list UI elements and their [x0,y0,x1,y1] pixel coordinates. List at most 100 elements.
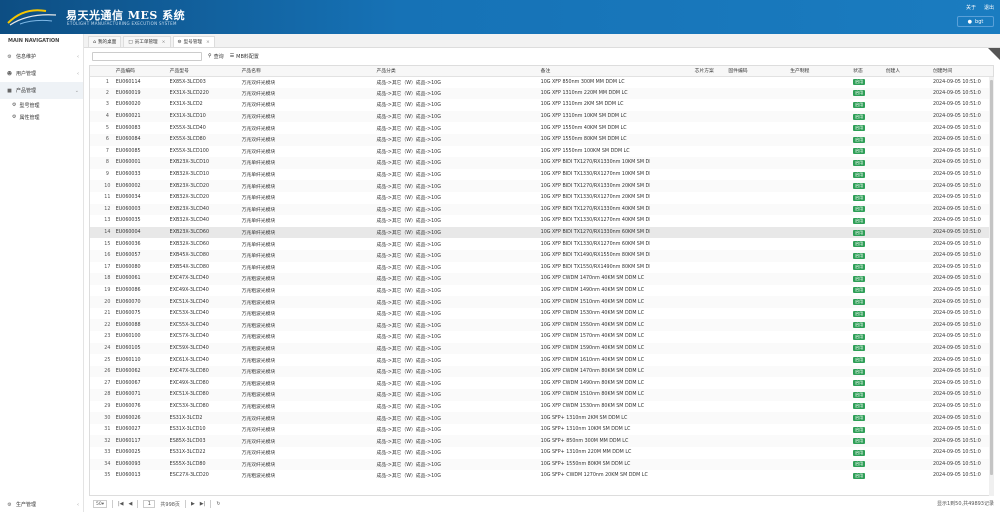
col-header[interactable]: 产品分类 [375,66,540,77]
row-checkbox[interactable] [90,296,99,308]
row-checkbox[interactable] [90,262,99,274]
row-checkbox[interactable] [90,180,99,192]
logout-link[interactable]: 退出 [984,4,994,11]
table-row[interactable]: 22 EU060088 EXC55X-3LCD40 万兆粗波光模块 成品->其它（W）成… [90,319,993,332]
query-button[interactable]: ⚲ 查询 [208,53,224,60]
row-checkbox[interactable] [90,76,99,88]
table-row[interactable]: 24 EU060105 EXC59X-3LCD40 万兆粗波光模块 成品->其它（W）成… [90,342,993,355]
table-row[interactable]: 16 EU060057 EXB45X-3LCD80 万兆单纤光模块 成品->其它（W）成… [90,249,993,262]
row-checkbox[interactable] [90,342,99,355]
col-header[interactable]: 芯片方案 [693,66,728,77]
table-row[interactable]: 15 EU060036 EXB32X-3LCD60 万兆单纤光模块 成品->其它（W）成… [90,238,993,250]
row-checkbox[interactable] [90,354,99,366]
table-row[interactable]: 11 EU060034 EXB32X-3LCD20 万兆单纤光模块 成品->其它（W）成… [90,192,993,204]
row-checkbox[interactable] [90,226,99,239]
row-checkbox[interactable] [90,458,99,471]
row-checkbox[interactable] [90,331,99,343]
table-row[interactable]: 7 EU060085 EX55X-3LCD100 万兆双纤光模块 成品->其它（W）成品… [90,146,993,158]
row-checkbox[interactable] [90,377,99,389]
user-button[interactable]: ● bgt [957,16,994,27]
row-checkbox[interactable] [90,87,99,100]
page-number-input[interactable]: 1 [143,500,156,508]
sidebar-item-users[interactable]: ☻ 用户管理 ‹ [0,65,83,82]
next-page-icon[interactable]: ▶ [191,501,195,507]
table-row[interactable]: 1 EU060114 EX85X-3LCD03 万兆双纤光模块 成品->其它（W）成品-… [90,76,993,88]
row-checkbox[interactable] [90,169,99,181]
table-row[interactable]: 17 EU060080 EXB54X-3LCD80 万兆单纤光模块 成品->其它（W）成… [90,262,993,274]
row-checkbox[interactable] [90,319,99,332]
table-row[interactable]: 30 EU060026 ES31X-3LCD2 万兆双纤光模块 成品->其它（W）成品-… [90,412,993,424]
row-checkbox[interactable] [90,99,99,111]
row-checkbox[interactable] [90,110,99,123]
row-checkbox[interactable] [90,470,99,482]
sidebar-item-production[interactable]: ⚙ 生产管理 ‹ [0,496,83,513]
table-row[interactable]: 31 EU060027 ES31X-3LCD10 万兆双纤光模块 成品->其它（W）成品… [90,424,993,436]
col-header[interactable]: 产品型号 [168,66,241,77]
table-row[interactable]: 23 EU060100 EXC57X-3LCD40 万兆粗波光模块 成品->其它（W）成… [90,331,993,343]
prev-page-icon[interactable]: ◀ [129,501,133,507]
row-checkbox[interactable] [90,424,99,436]
table-row[interactable]: 32 EU060117 ES85X-3LCD03 万兆双纤光模块 成品->其它（W）成品… [90,435,993,447]
row-checkbox[interactable] [90,308,99,320]
table-row[interactable]: 4 EU060021 EX31X-3LCD10 万兆双纤光模块 成品->其它（W）成品-… [90,110,993,123]
first-page-icon[interactable]: |◀ [118,501,124,507]
table-row[interactable]: 34 EU060093 ES55X-3LCD80 万兆双纤光模块 成品->其它（W）成品… [90,458,993,471]
row-checkbox[interactable] [90,146,99,158]
row-checkbox[interactable] [90,192,99,204]
tab-models[interactable]: ⚙ 型号管理 × [172,36,215,47]
col-header[interactable]: 生产制程 [789,66,853,77]
table-row[interactable]: 8 EU060001 EXB23X-3LCD10 万兆单纤光模块 成品->其它（W）成品… [90,157,993,169]
table-row[interactable]: 13 EU060035 EXB32X-3LCD40 万兆单纤光模块 成品->其它（W）成… [90,215,993,227]
table-row[interactable]: 18 EU060061 EXC47X-3LCD40 万兆粗波光模块 成品->其它（W）成… [90,273,993,285]
row-checkbox[interactable] [90,203,99,216]
table-row[interactable]: 14 EU060004 EXB23X-3LCD60 万兆单纤光模块 成品->其它（W）成… [90,226,993,239]
last-page-icon[interactable]: ▶| [200,501,206,507]
table-row[interactable]: 29 EU060076 EXC53X-3LCD80 万兆粗波光模块 成品->其它（W）成… [90,401,993,413]
table-row[interactable]: 28 EU060071 EXC51X-3LCD80 万兆粗波光模块 成品->其它（W）成… [90,389,993,401]
table-row[interactable]: 10 EU060002 EXB23X-3LCD20 万兆单纤光模块 成品->其它（W）成… [90,180,993,192]
row-checkbox[interactable] [90,412,99,424]
row-checkbox[interactable] [90,447,99,459]
row-checkbox[interactable] [90,215,99,227]
col-header[interactable]: 产品编码 [114,66,169,77]
table-row[interactable]: 3 EU060020 EX31X-3LCD2 万兆双纤光模块 成品->其它（W）成品->… [90,99,993,111]
table-row[interactable]: 25 EU060110 EXC61X-3LCD40 万兆粗波光模块 成品->其它（W）成… [90,354,993,366]
table-row[interactable]: 27 EU060067 EXC49X-3LCD80 万兆粗波光模块 成品->其它（W）成… [90,377,993,389]
table-row[interactable]: 33 EU060025 ES31X-3LCD22 万兆双纤光模块 成品->其它（W）成品… [90,447,993,459]
row-checkbox[interactable] [90,285,99,297]
col-header[interactable]: 备注 [539,66,650,77]
col-header[interactable]: 创建人 [884,66,932,77]
row-checkbox[interactable] [90,133,99,146]
tab-work-orders[interactable]: □ 员工单管理 × [123,36,171,47]
table-row[interactable]: 2 EU060019 EX31X-3LCD220 万兆双纤光模块 成品->其它（W）成品… [90,87,993,100]
sidebar-subitem-attributes[interactable]: ⚙ 属性管理 [0,111,83,123]
row-checkbox[interactable] [90,122,99,134]
corner-toggle-icon[interactable] [988,48,1000,60]
table-row[interactable]: 5 EU060083 EX55X-3LCD40 万兆双纤光模块 成品->其它（W）成品-… [90,122,993,134]
sidebar-item-products[interactable]: ■ 产品管理 ⌄ [0,82,83,99]
refresh-icon[interactable]: ↻ [216,501,220,507]
table-row[interactable]: 12 EU060003 EXB23X-3LCD40 万兆单纤光模块 成品->其它（W）成… [90,203,993,216]
col-header[interactable]: 产品名称 [240,66,376,77]
sidebar-subitem-models[interactable]: ⚙ 型号管理 [0,99,83,111]
close-icon[interactable]: × [162,40,166,45]
row-checkbox[interactable] [90,365,99,378]
table-row[interactable]: 6 EU060084 EX55X-3LCD80 万兆双纤光模块 成品->其它（W）成品-… [90,133,993,146]
col-header[interactable]: 状态 [852,66,885,77]
row-checkbox[interactable] [90,238,99,250]
tab-desktop[interactable]: ⌂ 我的桌面 [88,36,122,47]
close-icon[interactable]: × [206,40,210,45]
page-size-select[interactable]: 50 ▾ [93,500,107,508]
row-checkbox[interactable] [90,401,99,413]
table-row[interactable]: 9 EU060033 EXB32X-3LCD10 万兆单纤光模块 成品->其它（W）成品… [90,169,993,181]
table-row[interactable]: 21 EU060075 EXC53X-3LCD40 万兆粗波光模块 成品->其它（W）成… [90,308,993,320]
col-header[interactable]: 创建时间 [931,66,993,77]
search-input[interactable] [92,51,202,61]
table-row[interactable]: 26 EU060062 EXC47X-3LCD80 万兆粗波光模块 成品->其它（W）成… [90,365,993,378]
config-button[interactable]: ☰ MB料配置 [230,53,259,60]
sidebar-item-info[interactable]: ⚙ 信息维护 ‹ [0,48,83,65]
table-row[interactable]: 19 EU060086 EXC49X-3LCD40 万兆粗波光模块 成品->其它（W）成… [90,285,993,297]
scrollbar-thumb[interactable] [990,80,993,475]
table-row[interactable]: 20 EU060070 EXC51X-3LCD40 万兆粗波光模块 成品->其它（W）成… [90,296,993,308]
row-checkbox[interactable] [90,249,99,262]
